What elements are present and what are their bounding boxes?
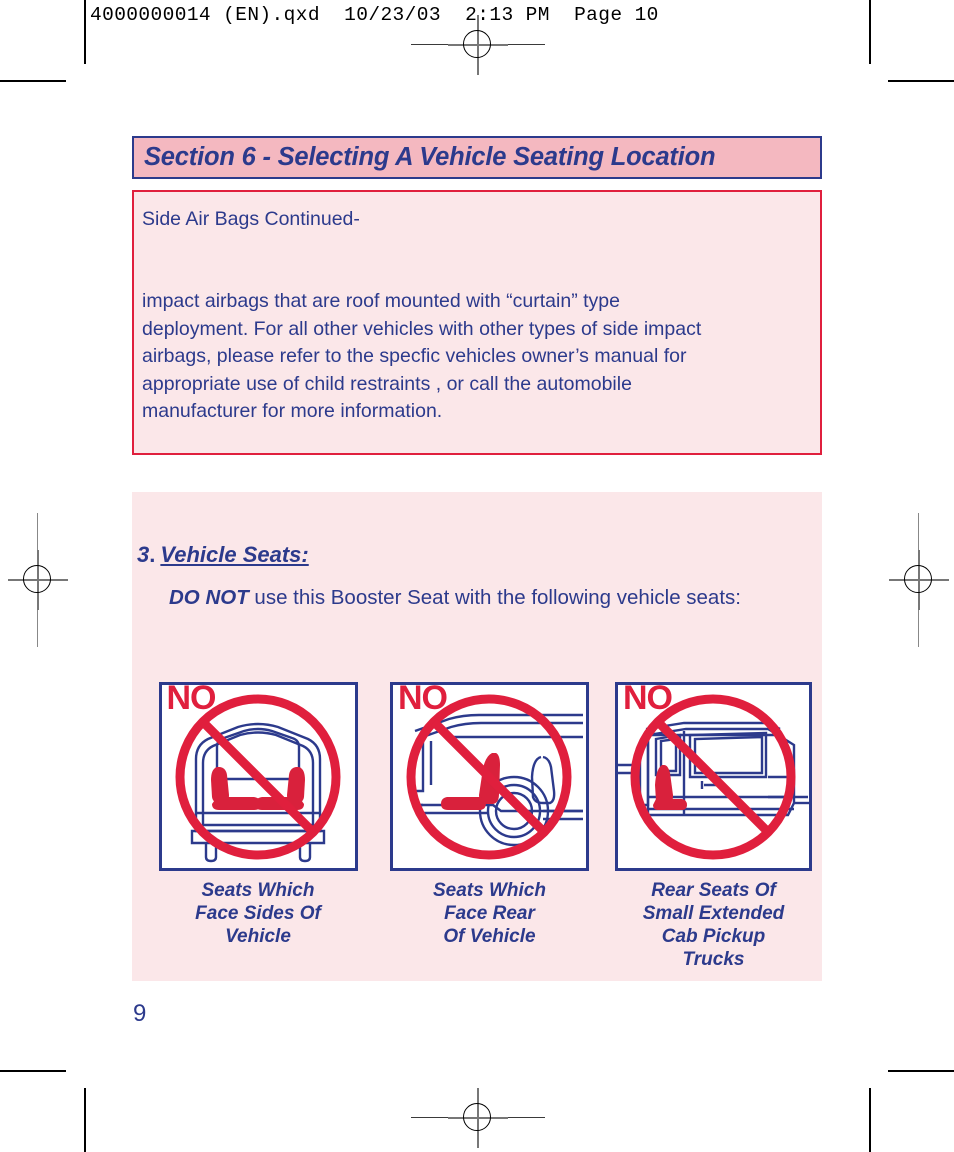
crop-mark-top-left-vertical — [84, 0, 86, 64]
figure-1-caption: Seats Which Face Sides Of Vehicle — [195, 879, 321, 948]
no-label: NO — [398, 682, 448, 717]
figure-rear-facing-seat: NO Seats Which Face Rear Of Vehicle — [374, 682, 605, 971]
note-line: impact airbags that are roof mounted wit… — [142, 290, 620, 312]
figure-1-image-box: NO — [158, 682, 358, 871]
note-lead-text: Side Air Bags Continued- — [142, 208, 360, 230]
step-3-heading: 3. Vehicle Seats: — [137, 542, 309, 568]
crop-mark-top-left-horizontal — [0, 80, 66, 82]
prohibited-seats-figure-row: NO Seats Which Face Sides Of Vehicle NO … — [142, 682, 822, 971]
caption-line: Cab Pickup — [661, 926, 766, 947]
section-title-bar: Section 6 - Selecting A Vehicle Seating … — [132, 136, 822, 179]
caption-line: Of Vehicle — [443, 926, 536, 947]
caption-line: Face Rear — [444, 903, 535, 924]
caption-line: Seats Which — [433, 880, 546, 901]
caption-line: Vehicle — [225, 926, 291, 947]
crop-mark-top-right-vertical — [869, 0, 871, 64]
registration-mark-right — [889, 550, 949, 610]
step-title: Vehicle Seats: — [160, 542, 309, 567]
note-body-text: impact airbags that are roof mounted wit… — [142, 288, 806, 426]
note-line: appropriate use of child restraints , or… — [142, 372, 632, 395]
no-label: NO — [623, 682, 673, 717]
crop-mark-bottom-left-vertical — [84, 1088, 86, 1152]
crop-mark-bottom-right-vertical — [869, 1088, 871, 1152]
caption-line: Trucks — [682, 949, 745, 970]
no-label: NO — [166, 682, 217, 717]
figure-extended-cab-pickup: NO Rear Seats Of Small Extended Cab Pick… — [605, 682, 822, 971]
figure-side-facing-seats: NO Seats Which Face Sides Of Vehicle — [142, 682, 374, 971]
note-line: manufacturer for more information. — [142, 400, 443, 422]
crop-mark-bottom-right-horizontal — [888, 1070, 954, 1072]
note-line: airbags, please refer to the specfic veh… — [142, 345, 687, 367]
step-number: 3 — [137, 542, 150, 567]
crop-mark-bottom-left-horizontal — [0, 1070, 66, 1072]
side-air-bags-note-box: Side Air Bags Continued- impact airbags … — [132, 190, 822, 455]
note-line: deployment. For all other vehicles with … — [142, 317, 702, 340]
caption-line: Rear Seats Of — [651, 880, 776, 901]
registration-mark-bottom — [448, 1088, 508, 1148]
crop-mark-top-right-horizontal — [888, 80, 954, 82]
figure-2-caption: Seats Which Face Rear Of Vehicle — [433, 879, 546, 948]
figure-3-caption: Rear Seats Of Small Extended Cab Pickup … — [643, 879, 785, 971]
caption-line: Small Extended — [642, 903, 785, 924]
step-3-warning-text: DO NOT use this Booster Seat with the fo… — [169, 585, 799, 610]
vehicle-seats-panel: 3. Vehicle Seats: DO NOT use this Booster… — [132, 492, 822, 981]
caption-line: Seats Which — [201, 880, 315, 901]
page-number: 9 — [133, 1000, 147, 1027]
figure-3-image-box: NO — [615, 682, 812, 871]
print-header-text: 4000000014 (EN).qxd 10/23/03 2:13 PM Pag… — [90, 4, 659, 26]
section-title: Section 6 - Selecting A Vehicle Seating … — [144, 143, 716, 171]
warning-rest-text: use this Booster Seat with the following… — [248, 586, 741, 609]
figure-2-image-box: NO — [390, 682, 589, 871]
caption-line: Face Sides Of — [195, 903, 321, 924]
registration-mark-left — [8, 550, 68, 610]
do-not-emphasis: DO NOT — [169, 586, 249, 609]
